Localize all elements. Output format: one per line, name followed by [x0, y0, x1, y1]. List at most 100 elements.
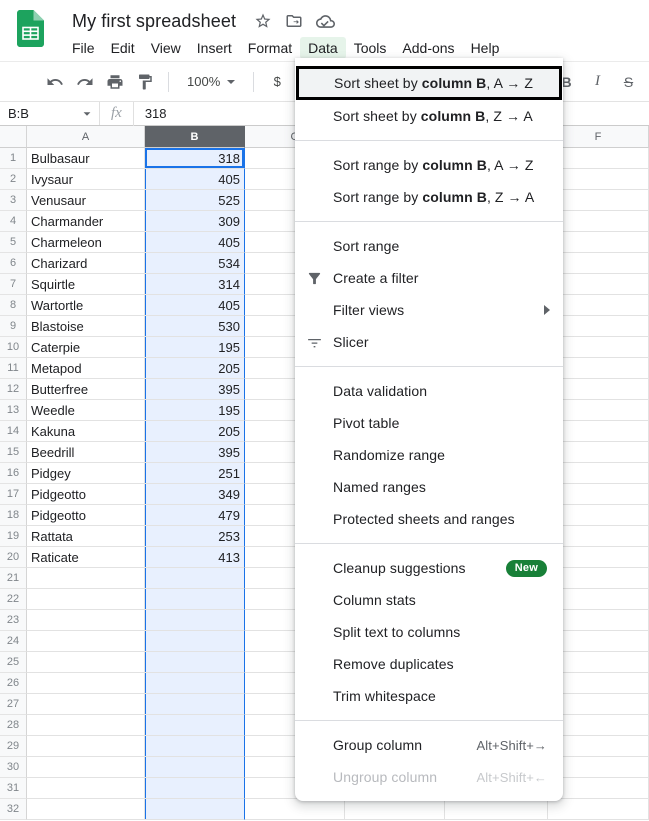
cell-A5[interactable]: Charmeleon — [27, 232, 145, 253]
cloud-saved-icon[interactable] — [316, 12, 335, 31]
cell-A28[interactable] — [27, 715, 145, 736]
cell-F13[interactable] — [548, 400, 649, 421]
cell-A29[interactable] — [27, 736, 145, 757]
cell-B8[interactable]: 405 — [145, 295, 245, 316]
cell-A9[interactable]: Blastoise — [27, 316, 145, 337]
cell-B3[interactable]: 525 — [145, 190, 245, 211]
row-header-29[interactable]: 29 — [0, 736, 27, 757]
row-header-21[interactable]: 21 — [0, 568, 27, 589]
menu-item-randomize-range[interactable]: Randomize range — [295, 439, 563, 471]
row-header-5[interactable]: 5 — [0, 232, 27, 253]
cell-A24[interactable] — [27, 631, 145, 652]
menu-item-sort-sheet-a-z[interactable]: Sort sheet by column B, A → Z — [296, 66, 562, 100]
cell-B20[interactable]: 413 — [145, 547, 245, 568]
cell-F27[interactable] — [548, 694, 649, 715]
cell-F4[interactable] — [548, 211, 649, 232]
column-header-B[interactable]: B — [145, 126, 245, 148]
cell-F20[interactable] — [548, 547, 649, 568]
cell-F31[interactable] — [548, 778, 649, 799]
cell-A16[interactable]: Pidgey — [27, 463, 145, 484]
menu-file[interactable]: File — [64, 37, 103, 59]
cell-B23[interactable] — [145, 610, 245, 631]
menu-item-sort-range[interactable]: Sort range — [295, 230, 563, 262]
menu-insert[interactable]: Insert — [189, 37, 240, 59]
document-title[interactable]: My first spreadsheet — [72, 11, 236, 32]
cell-F7[interactable] — [548, 274, 649, 295]
row-header-6[interactable]: 6 — [0, 253, 27, 274]
menu-item-slicer[interactable]: Slicer — [295, 326, 563, 358]
column-header-F[interactable]: F — [548, 126, 649, 148]
row-header-25[interactable]: 25 — [0, 652, 27, 673]
cell-F30[interactable] — [548, 757, 649, 778]
cell-F9[interactable] — [548, 316, 649, 337]
cell-B16[interactable]: 251 — [145, 463, 245, 484]
star-button[interactable] — [254, 12, 272, 30]
cell-A10[interactable]: Caterpie — [27, 337, 145, 358]
menu-item-cleanup-suggestions[interactable]: Cleanup suggestions New — [295, 552, 563, 584]
cell-B17[interactable]: 349 — [145, 484, 245, 505]
menu-help[interactable]: Help — [463, 37, 508, 59]
cell-B9[interactable]: 530 — [145, 316, 245, 337]
menu-item-protected-sheets-and-ranges[interactable]: Protected sheets and ranges — [295, 503, 563, 535]
cell-F5[interactable] — [548, 232, 649, 253]
row-header-2[interactable]: 2 — [0, 169, 27, 190]
paint-format-button[interactable] — [130, 69, 160, 95]
cell-D32[interactable] — [345, 799, 445, 820]
cell-A8[interactable]: Wartortle — [27, 295, 145, 316]
menu-item-create-a-filter[interactable]: Create a filter — [295, 262, 563, 294]
row-header-12[interactable]: 12 — [0, 379, 27, 400]
cell-F16[interactable] — [548, 463, 649, 484]
row-header-32[interactable]: 32 — [0, 799, 27, 820]
cell-F28[interactable] — [548, 715, 649, 736]
cell-A32[interactable] — [27, 799, 145, 820]
row-header-17[interactable]: 17 — [0, 484, 27, 505]
row-header-8[interactable]: 8 — [0, 295, 27, 316]
format-currency-button[interactable]: $ — [262, 69, 292, 95]
row-header-23[interactable]: 23 — [0, 610, 27, 631]
row-header-15[interactable]: 15 — [0, 442, 27, 463]
cell-B12[interactable]: 395 — [145, 379, 245, 400]
cell-F22[interactable] — [548, 589, 649, 610]
cell-B30[interactable] — [145, 757, 245, 778]
cell-B10[interactable]: 195 — [145, 337, 245, 358]
cell-A1[interactable]: Bulbasaur — [27, 148, 145, 169]
cell-F10[interactable] — [548, 337, 649, 358]
menu-item-sort-range-z-a[interactable]: Sort range by column B, Z → A — [295, 181, 563, 213]
menu-item-named-ranges[interactable]: Named ranges — [295, 471, 563, 503]
cell-E32[interactable] — [445, 799, 548, 820]
cell-F32[interactable] — [548, 799, 649, 820]
cell-F14[interactable] — [548, 421, 649, 442]
cell-B22[interactable] — [145, 589, 245, 610]
cell-B32[interactable] — [145, 799, 245, 820]
menu-view[interactable]: View — [143, 37, 189, 59]
cell-A26[interactable] — [27, 673, 145, 694]
cell-B15[interactable]: 395 — [145, 442, 245, 463]
cell-B1[interactable]: 318 — [145, 148, 245, 169]
menu-item-sort-sheet-z-a[interactable]: Sort sheet by column B, Z → A — [295, 100, 563, 132]
cell-B19[interactable]: 253 — [145, 526, 245, 547]
cell-F1[interactable] — [548, 148, 649, 169]
row-header-4[interactable]: 4 — [0, 211, 27, 232]
cell-A12[interactable]: Butterfree — [27, 379, 145, 400]
cell-F3[interactable] — [548, 190, 649, 211]
menu-item-pivot-table[interactable]: Pivot table — [295, 407, 563, 439]
cell-B18[interactable]: 479 — [145, 505, 245, 526]
cell-A7[interactable]: Squirtle — [27, 274, 145, 295]
cell-A25[interactable] — [27, 652, 145, 673]
undo-button[interactable] — [40, 69, 70, 95]
row-header-14[interactable]: 14 — [0, 421, 27, 442]
cell-A14[interactable]: Kakuna — [27, 421, 145, 442]
cell-A6[interactable]: Charizard — [27, 253, 145, 274]
row-header-19[interactable]: 19 — [0, 526, 27, 547]
cell-B4[interactable]: 309 — [145, 211, 245, 232]
cell-B28[interactable] — [145, 715, 245, 736]
menu-format[interactable]: Format — [240, 37, 300, 59]
cell-A27[interactable] — [27, 694, 145, 715]
cell-A17[interactable]: Pidgeotto — [27, 484, 145, 505]
cell-B13[interactable]: 195 — [145, 400, 245, 421]
cell-A11[interactable]: Metapod — [27, 358, 145, 379]
row-header-3[interactable]: 3 — [0, 190, 27, 211]
row-header-24[interactable]: 24 — [0, 631, 27, 652]
cell-F18[interactable] — [548, 505, 649, 526]
cell-A30[interactable] — [27, 757, 145, 778]
